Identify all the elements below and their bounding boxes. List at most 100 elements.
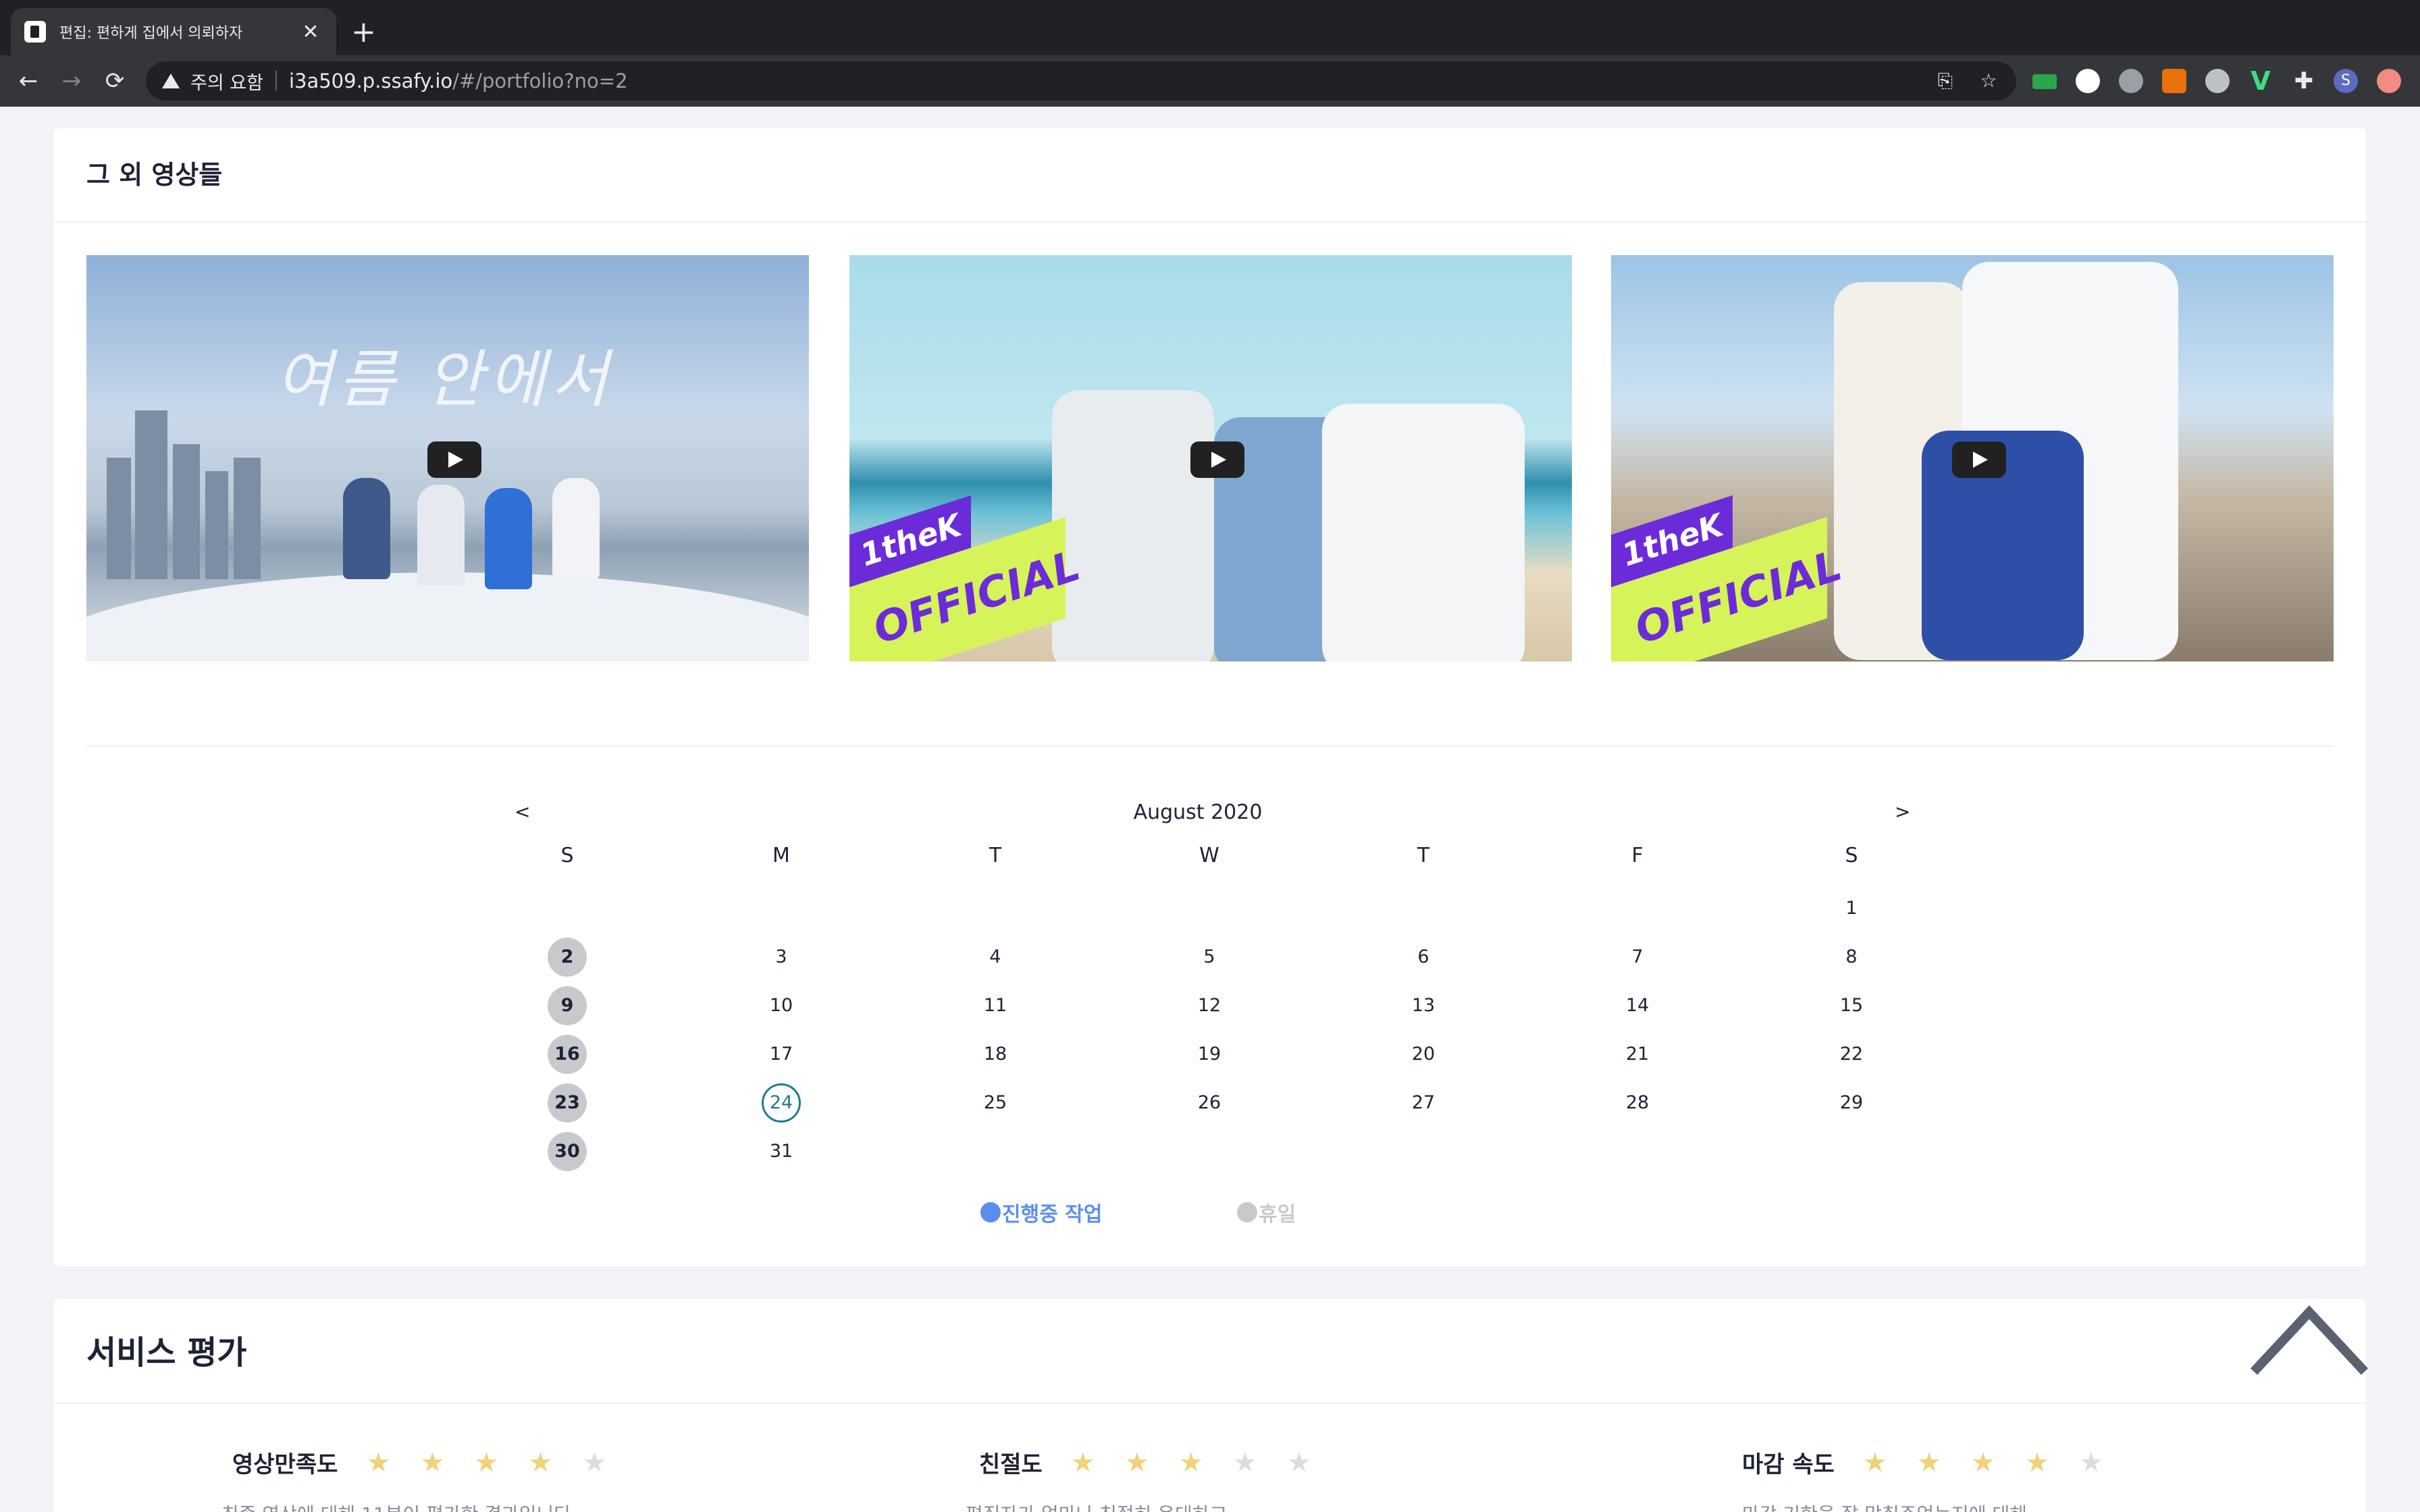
calendar-day[interactable]: 23 xyxy=(548,1083,587,1123)
reload-icon[interactable]: ⟳ xyxy=(99,65,131,97)
calendar-next-button[interactable]: > xyxy=(1895,801,1910,823)
rating-description: 편집자가 얼마나 친절히 응대하고 xyxy=(966,1500,1227,1512)
calendar-day[interactable]: 21 xyxy=(1618,1035,1657,1074)
calendar-day[interactable]: 6 xyxy=(1404,938,1443,977)
calendar-day[interactable]: 7 xyxy=(1618,938,1657,977)
tab-title: 편집: 편하게 집에서 의뢰하자 xyxy=(59,25,243,42)
star-icon: ★ xyxy=(1178,1447,1203,1478)
youtube-play-icon[interactable] xyxy=(1190,441,1244,478)
calendar-weekday-header: S xyxy=(1845,844,1858,867)
youtube-play-icon[interactable] xyxy=(1952,441,2006,478)
site-favicon-icon xyxy=(24,21,46,43)
star-icon: ★ xyxy=(2079,1447,2103,1478)
extension-icon-4[interactable] xyxy=(2162,69,2186,93)
url-host[interactable]: i3a509.p.ssafy.io xyxy=(289,70,452,92)
person-figure xyxy=(343,478,390,579)
extensions-puzzle-icon[interactable]: ✚ xyxy=(2292,69,2316,93)
calendar-day-today[interactable]: 24 xyxy=(762,1083,801,1123)
star-icon: ★ xyxy=(1124,1447,1149,1478)
calendar-day[interactable]: 16 xyxy=(548,1035,587,1074)
calendar-day[interactable]: 25 xyxy=(976,1083,1015,1123)
calendar-day[interactable]: 28 xyxy=(1618,1083,1657,1123)
star-icon: ★ xyxy=(2025,1447,2049,1478)
security-status[interactable]: 주의 요함 xyxy=(190,68,263,94)
legend-holiday: 휴일 xyxy=(1237,1197,1296,1227)
legend-holiday-label: 휴일 xyxy=(1259,1203,1296,1226)
calendar-day[interactable]: 3 xyxy=(762,938,801,977)
browser-tab-strip: 편집: 편하게 집에서 의뢰하자 ✕ + xyxy=(0,0,2420,55)
address-separator xyxy=(275,71,277,91)
translate-icon[interactable]: ⎘ xyxy=(1934,70,1957,92)
calendar-weekday-header: T xyxy=(989,844,1002,867)
calendar-day[interactable]: 26 xyxy=(1190,1083,1229,1123)
star-icon: ★ xyxy=(1232,1447,1257,1478)
scroll-to-top-icon[interactable] xyxy=(2248,1299,2370,1380)
star-icon: ★ xyxy=(1286,1447,1311,1478)
legend-dot-holiday xyxy=(1237,1202,1257,1222)
other-videos-card: 그 외 영상들 여름 안에서 1theK OFFICIAL 1theK OFFI xyxy=(54,128,2366,1266)
video-thumbnail-2[interactable]: 1theK OFFICIAL xyxy=(849,255,1572,662)
calendar-day[interactable]: 22 xyxy=(1832,1035,1871,1074)
calendar-day[interactable]: 4 xyxy=(976,938,1015,977)
calendar-day[interactable]: 20 xyxy=(1404,1035,1443,1074)
calendar-weekday-header: F xyxy=(1631,844,1643,867)
star-icon: ★ xyxy=(1070,1447,1095,1478)
video-thumbnail-1[interactable]: 여름 안에서 xyxy=(86,255,809,662)
bookmark-star-icon[interactable]: ☆ xyxy=(1977,70,2000,92)
star-icon: ★ xyxy=(1971,1447,1995,1478)
calendar-day[interactable]: 15 xyxy=(1832,986,1871,1025)
back-icon[interactable]: ← xyxy=(12,65,45,97)
star-icon: ★ xyxy=(528,1447,553,1478)
browser-tab[interactable]: 편집: 편하게 집에서 의뢰하자 ✕ xyxy=(11,8,336,55)
calendar-day[interactable]: 27 xyxy=(1404,1083,1443,1123)
warning-icon[interactable] xyxy=(162,74,180,88)
calendar-day[interactable]: 9 xyxy=(548,986,587,1025)
calendar-day[interactable]: 13 xyxy=(1404,986,1443,1025)
address-bar[interactable]: 주의 요함 i3a509.p.ssafy.io/#/portfolio?no=2… xyxy=(146,61,2016,101)
calendar-day[interactable]: 10 xyxy=(762,986,801,1025)
section-divider xyxy=(54,1403,2366,1404)
service-rating-card: 서비스 평가 영상만족도 ★ ★ ★ ★ ★ 최종 영상에 대해 11분이 평가한 결과입니… xyxy=(54,1299,2366,1512)
youtube-play-icon[interactable] xyxy=(427,441,481,478)
rating-label: 마감 속도 xyxy=(1742,1451,1835,1478)
calendar-day[interactable]: 19 xyxy=(1190,1035,1229,1074)
calendar-day[interactable]: 2 xyxy=(548,938,587,977)
calendar-weekday-header: M xyxy=(772,844,790,867)
legend-dot-in-progress xyxy=(980,1202,1001,1222)
new-tab-button[interactable]: + xyxy=(351,12,376,53)
calendar-day[interactable]: 31 xyxy=(762,1132,801,1171)
star-icon: ★ xyxy=(1917,1447,1941,1478)
section-title: 서비스 평가 xyxy=(86,1334,247,1372)
calendar-divider xyxy=(86,745,2334,747)
calendar-day[interactable]: 1 xyxy=(1832,889,1871,928)
calendar-day[interactable]: 8 xyxy=(1832,938,1871,977)
calendar-day[interactable]: 30 xyxy=(548,1132,587,1171)
calendar-day[interactable]: 29 xyxy=(1832,1083,1871,1123)
calendar-prev-button[interactable]: < xyxy=(515,801,530,823)
extension-icon-2[interactable] xyxy=(2076,69,2100,93)
person-figure xyxy=(1322,404,1525,662)
forward-icon[interactable]: → xyxy=(55,65,88,97)
person-figure xyxy=(485,488,532,589)
calendar-day[interactable]: 12 xyxy=(1190,986,1229,1025)
calendar-day[interactable]: 18 xyxy=(976,1035,1015,1074)
extension-icon-1[interactable] xyxy=(2032,74,2057,89)
section-title: 그 외 영상들 xyxy=(86,160,223,190)
calendar-day[interactable]: 17 xyxy=(762,1035,801,1074)
url-path[interactable]: /#/portfolio?no=2 xyxy=(452,70,627,92)
rating-item: 영상만족도 ★ ★ ★ ★ ★ xyxy=(232,1446,621,1479)
calendar-day[interactable]: 11 xyxy=(976,986,1015,1025)
extension-icon-3[interactable] xyxy=(2119,69,2143,93)
video-thumbnail-3[interactable]: 1theK OFFICIAL xyxy=(1611,255,2334,662)
tab-close-icon[interactable]: ✕ xyxy=(298,20,323,44)
skyline-shape xyxy=(107,458,131,579)
extension-icon-5[interactable] xyxy=(2205,69,2230,93)
calendar-weekday-header: S xyxy=(560,844,574,867)
calendar-day[interactable]: 5 xyxy=(1190,938,1229,977)
vue-devtools-icon[interactable]: V xyxy=(2248,68,2273,94)
calendar-day[interactable]: 14 xyxy=(1618,986,1657,1025)
profile-avatar[interactable]: S xyxy=(2334,69,2358,93)
star-icon: ★ xyxy=(1863,1447,1887,1478)
person-figure xyxy=(552,478,600,579)
update-icon[interactable] xyxy=(2377,69,2401,93)
